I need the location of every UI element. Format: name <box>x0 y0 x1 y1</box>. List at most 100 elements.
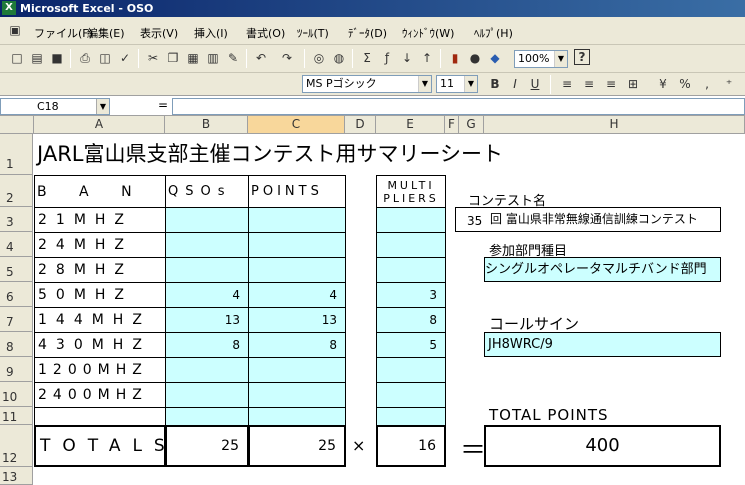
row-header[interactable]: 5 <box>0 257 33 282</box>
header-band[interactable]: B A N D <box>34 175 166 208</box>
band-cell[interactable]: 2400MHZ <box>34 382 166 408</box>
web-toolbar-icon[interactable]: ◍ <box>330 49 348 67</box>
increase-decimal-icon[interactable]: ⁺ <box>720 75 738 93</box>
save-icon[interactable]: ■ <box>48 49 66 67</box>
open-icon[interactable]: ▤ <box>28 49 46 67</box>
formula-input[interactable] <box>172 98 745 115</box>
row-header[interactable]: 11 <box>0 407 33 425</box>
multi-cell[interactable] <box>376 407 446 426</box>
contest-name-field[interactable]: 35 回 富山県非常無線通信訓練コンテスト <box>455 207 721 232</box>
qsos-cell[interactable] <box>165 257 249 283</box>
align-left-icon[interactable]: ≡ <box>558 75 576 93</box>
row-header[interactable]: 4 <box>0 232 33 257</box>
column-header-h[interactable]: H <box>484 116 745 134</box>
qsos-cell[interactable] <box>165 207 249 233</box>
points-cell[interactable] <box>248 407 346 426</box>
totals-qsos[interactable]: 25 <box>165 425 249 467</box>
column-header-e[interactable]: E <box>376 116 445 134</box>
row-header[interactable]: 3 <box>0 207 33 232</box>
points-cell[interactable] <box>248 207 346 233</box>
band-cell[interactable]: 21MHZ <box>34 207 166 233</box>
points-cell[interactable] <box>248 257 346 283</box>
document-icon[interactable]: ▣ <box>6 21 24 39</box>
hyperlink-icon[interactable]: ◎ <box>310 49 328 67</box>
column-header-f[interactable]: F <box>445 116 459 134</box>
undo-icon[interactable]: ↶ <box>252 49 270 67</box>
zoom-select[interactable]: 100% ▼ <box>514 50 568 68</box>
row-header[interactable]: 13 <box>0 467 33 485</box>
row-header[interactable]: 6 <box>0 282 33 307</box>
header-multipliers[interactable]: MULTI PLIERS <box>376 175 446 208</box>
totals-points[interactable]: 25 <box>248 425 346 467</box>
menu-window[interactable]: ｳｨﾝﾄﾞｳ(W) <box>402 25 454 41</box>
drawing-icon[interactable]: ◆ <box>486 49 504 67</box>
print-preview-icon[interactable]: ◫ <box>96 49 114 67</box>
qsos-cell[interactable]: 8 <box>165 332 249 358</box>
multi-cell[interactable] <box>376 207 446 233</box>
multi-cell[interactable] <box>376 357 446 383</box>
italic-icon[interactable]: I <box>506 75 524 93</box>
column-header-d[interactable]: D <box>345 116 376 134</box>
name-box[interactable]: C18 ▼ <box>0 98 110 115</box>
cut-icon[interactable]: ✂ <box>144 49 162 67</box>
menu-file[interactable]: ファイル(F) <box>34 25 93 41</box>
spelling-icon[interactable]: ✓ <box>116 49 134 67</box>
row-header[interactable]: 8 <box>0 332 33 357</box>
menu-tools[interactable]: ﾂｰﾙ(T) <box>297 25 329 41</box>
qsos-cell[interactable] <box>165 357 249 383</box>
sort-descending-icon[interactable]: ↑ <box>418 49 436 67</box>
band-cell[interactable]: 430MHZ <box>34 332 166 358</box>
redo-icon[interactable]: ↷ <box>278 49 296 67</box>
merge-center-icon[interactable]: ⊞ <box>624 75 642 93</box>
points-cell[interactable]: 13 <box>248 307 346 333</box>
band-cell[interactable]: 50MHZ <box>34 282 166 308</box>
bold-icon[interactable]: B <box>486 75 504 93</box>
band-cell[interactable] <box>34 407 166 426</box>
select-all-corner[interactable] <box>0 116 34 134</box>
help-icon[interactable]: ? <box>574 49 590 65</box>
column-header-g[interactable]: G <box>459 116 484 134</box>
row-header[interactable]: 7 <box>0 307 33 332</box>
chart-wizard-icon[interactable]: ▮ <box>446 49 464 67</box>
font-name-select[interactable]: MS Pゴシック ▼ <box>302 75 432 93</box>
qsos-cell[interactable] <box>165 407 249 426</box>
function-icon[interactable]: ƒ <box>378 49 396 67</box>
align-right-icon[interactable]: ≡ <box>602 75 620 93</box>
points-cell[interactable] <box>248 382 346 408</box>
paste-special-icon[interactable]: ▥ <box>204 49 222 67</box>
header-qsos[interactable]: QSOs <box>165 175 249 208</box>
menu-help[interactable]: ﾍﾙﾌﾟ(H) <box>474 25 513 41</box>
column-header-a[interactable]: A <box>34 116 165 134</box>
menu-edit[interactable]: 編集(E) <box>87 25 125 41</box>
underline-icon[interactable]: U <box>526 75 544 93</box>
paste-icon[interactable]: ▦ <box>184 49 202 67</box>
band-cell[interactable]: 1200MHZ <box>34 357 166 383</box>
band-cell[interactable]: 28MHZ <box>34 257 166 283</box>
qsos-cell[interactable] <box>165 382 249 408</box>
currency-icon[interactable]: ¥ <box>654 75 672 93</box>
menu-format[interactable]: 書式(O) <box>246 25 285 41</box>
sort-ascending-icon[interactable]: ↓ <box>398 49 416 67</box>
column-header-c[interactable]: C <box>248 116 345 134</box>
multi-cell[interactable]: 3 <box>376 282 446 308</box>
qsos-cell[interactable]: 13 <box>165 307 249 333</box>
totals-multi[interactable]: 16 <box>376 425 446 467</box>
multi-cell[interactable]: 8 <box>376 307 446 333</box>
autosum-icon[interactable]: Σ <box>358 49 376 67</box>
menu-insert[interactable]: 挿入(I) <box>194 25 228 41</box>
row-header[interactable]: 10 <box>0 382 33 407</box>
band-cell[interactable]: 144MHZ <box>34 307 166 333</box>
multi-cell[interactable]: 5 <box>376 332 446 358</box>
multi-cell[interactable] <box>376 232 446 258</box>
align-center-icon[interactable]: ≡ <box>580 75 598 93</box>
points-cell[interactable] <box>248 357 346 383</box>
new-icon[interactable]: □ <box>8 49 26 67</box>
points-cell[interactable]: 8 <box>248 332 346 358</box>
header-points[interactable]: POINTS <box>248 175 346 208</box>
row-header[interactable]: 12 <box>0 425 33 467</box>
menu-view[interactable]: 表示(V) <box>140 25 178 41</box>
font-size-select[interactable]: 11 ▼ <box>436 75 478 93</box>
copy-icon[interactable]: ❐ <box>164 49 182 67</box>
row-header[interactable]: 1 <box>0 134 33 175</box>
band-cell[interactable]: 24MHZ <box>34 232 166 258</box>
